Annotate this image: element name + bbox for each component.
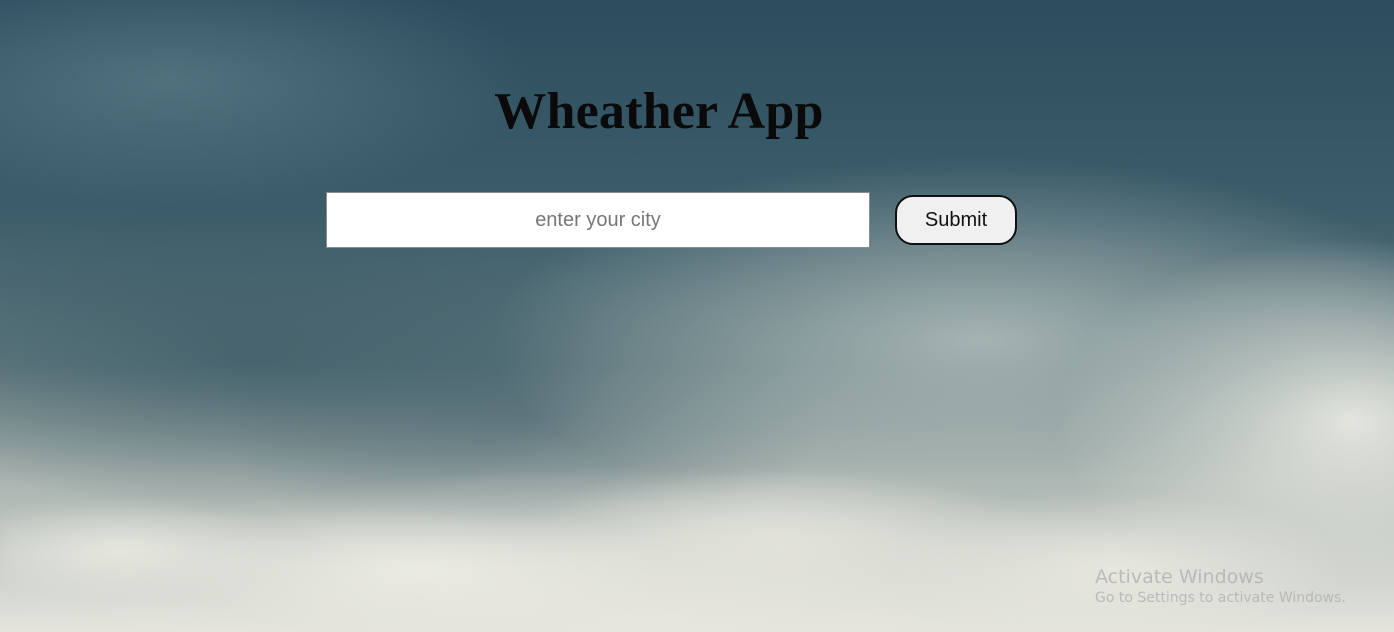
city-search-form: Submit [326, 192, 1026, 248]
watermark-subtitle: Go to Settings to activate Windows. [1095, 590, 1346, 606]
watermark-title: Activate Windows [1095, 566, 1264, 588]
city-search-input[interactable] [326, 192, 870, 248]
windows-activation-watermark: Activate Windows Go to Settings to activ… [1095, 566, 1375, 607]
page-title: Wheather App [494, 83, 824, 140]
submit-button[interactable]: Submit [895, 195, 1017, 245]
weather-app-screen: Wheather App Submit Activate Windows Go … [0, 0, 1394, 632]
